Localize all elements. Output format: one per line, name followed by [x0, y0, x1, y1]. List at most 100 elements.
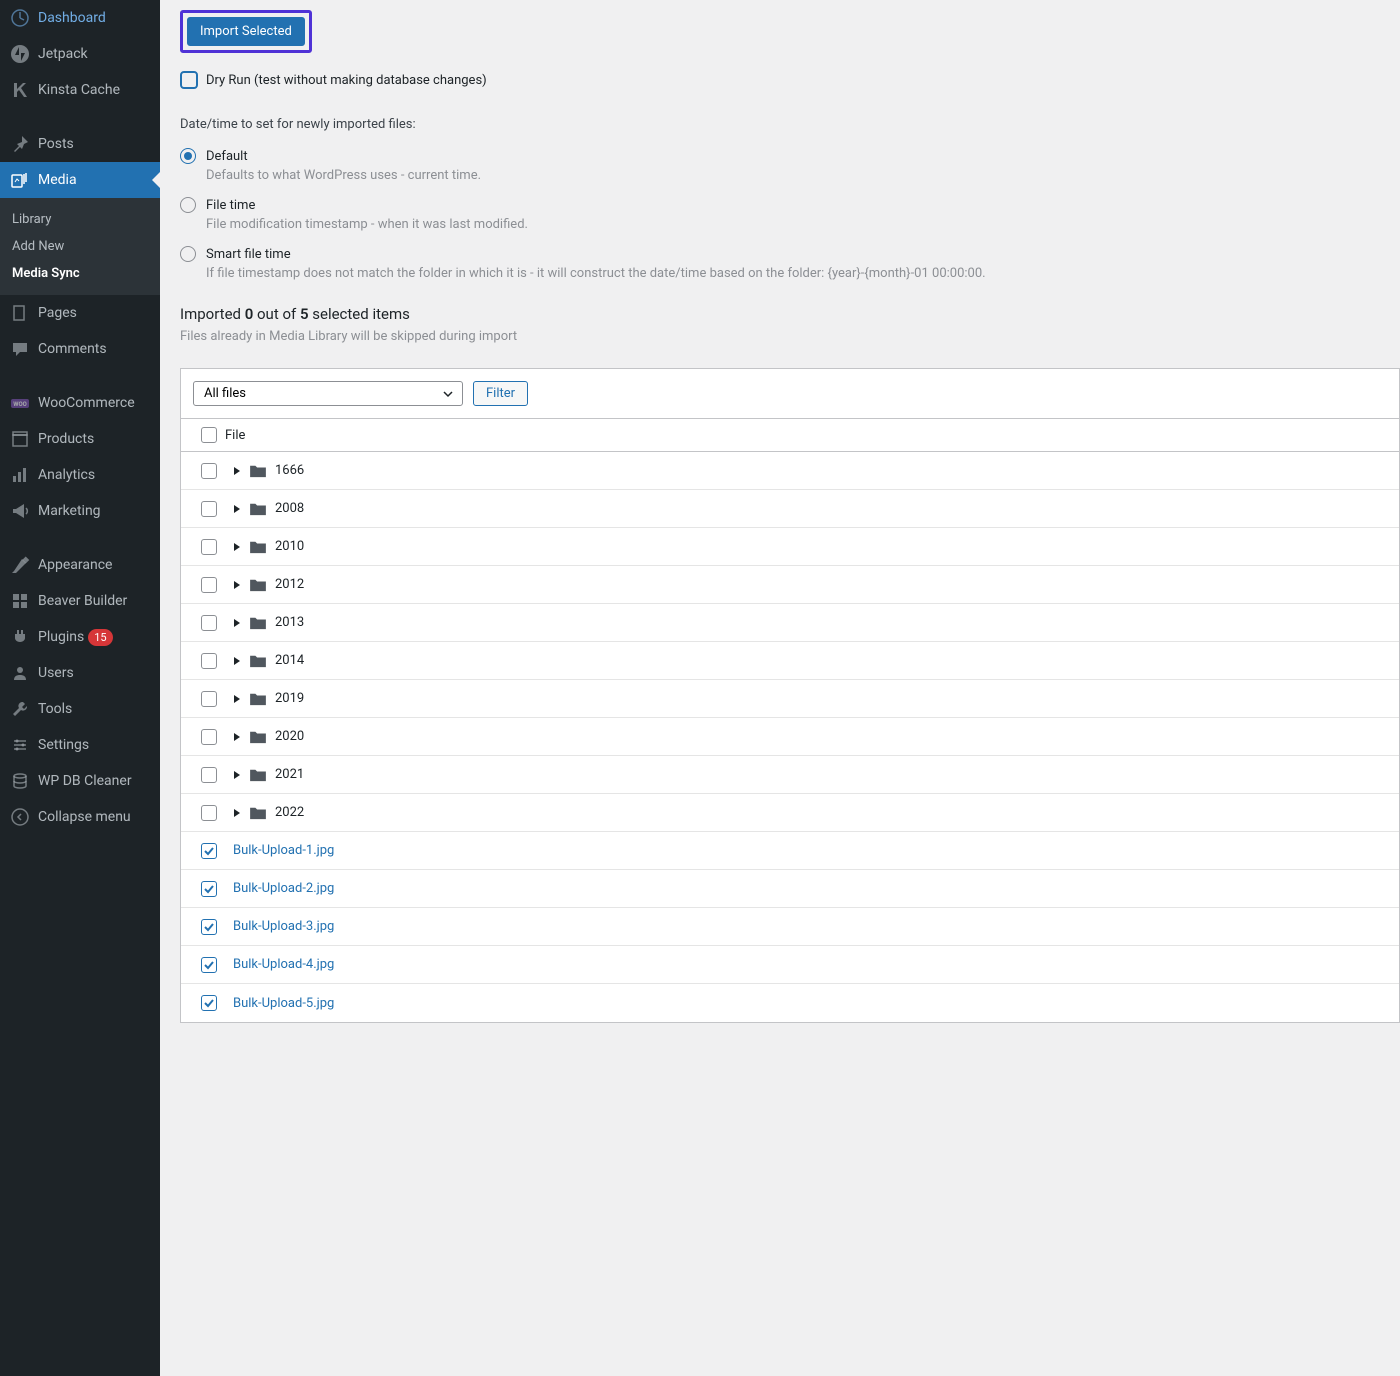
row-checkbox[interactable] — [201, 957, 217, 973]
sidebar-item-dashboard[interactable]: Dashboard — [0, 0, 160, 36]
row-checkbox[interactable] — [201, 691, 217, 707]
row-checkbox[interactable] — [201, 805, 217, 821]
folder-name[interactable]: 2020 — [249, 729, 1387, 744]
sidebar-item-media[interactable]: Media — [0, 162, 160, 198]
expand-toggle[interactable] — [225, 694, 249, 704]
row-checkbox[interactable] — [201, 729, 217, 745]
row-checkbox[interactable] — [201, 653, 217, 669]
sidebar-item-beaver-builder[interactable]: Beaver Builder — [0, 583, 160, 619]
filter-select[interactable]: All files — [193, 381, 463, 406]
users-icon — [10, 663, 30, 683]
status-mid: out of — [253, 305, 300, 323]
submenu-item-add-new[interactable]: Add New — [0, 233, 160, 260]
sidebar-item-settings[interactable]: Settings — [0, 727, 160, 763]
sidebar-item-jetpack[interactable]: Jetpack — [0, 36, 160, 72]
row-checkbox[interactable] — [201, 881, 217, 897]
svg-text:WOO: WOO — [13, 401, 27, 408]
folder-name[interactable]: 2019 — [249, 691, 1387, 706]
row-checkbox[interactable] — [201, 539, 217, 555]
file-link[interactable]: Bulk-Upload-4.jpg — [233, 957, 334, 972]
row-checkbox[interactable] — [201, 463, 217, 479]
sidebar-item-plugins[interactable]: Plugins15 — [0, 619, 160, 655]
row-checkbox[interactable] — [201, 615, 217, 631]
date-radio-0[interactable] — [180, 148, 196, 164]
folder-name[interactable]: 2008 — [249, 501, 1387, 516]
sidebar-item-pages[interactable]: Pages — [0, 295, 160, 331]
expand-icon — [232, 770, 242, 780]
sidebar-item-kinsta-cache[interactable]: Kinsta Cache — [0, 72, 160, 108]
filter-button[interactable]: Filter — [473, 381, 528, 406]
sidebar-item-label: Plugins — [38, 629, 84, 645]
expand-toggle[interactable] — [225, 542, 249, 552]
pages-icon — [10, 303, 30, 323]
expand-icon — [232, 808, 242, 818]
folder-name[interactable]: 2013 — [249, 615, 1387, 630]
sidebar-item-posts[interactable]: Posts — [0, 126, 160, 162]
sidebar-item-label: Pages — [38, 305, 77, 321]
expand-icon — [232, 732, 242, 742]
row-checkbox[interactable] — [201, 501, 217, 517]
file-link[interactable]: Bulk-Upload-2.jpg — [233, 881, 334, 896]
filter-bar: All files Filter — [181, 369, 1399, 419]
folder-name[interactable]: 2010 — [249, 539, 1387, 554]
submenu-item-media-sync[interactable]: Media Sync — [0, 260, 160, 287]
dry-run-checkbox[interactable] — [180, 71, 198, 89]
folder-icon — [249, 768, 267, 782]
row-checkbox[interactable] — [201, 767, 217, 783]
sidebar-item-appearance[interactable]: Appearance — [0, 547, 160, 583]
date-radio-desc: If file timestamp does not match the fol… — [206, 266, 1400, 281]
expand-toggle[interactable] — [225, 504, 249, 514]
sidebar-item-label: Products — [38, 431, 94, 447]
row-checkbox[interactable] — [201, 919, 217, 935]
sidebar-item-marketing[interactable]: Marketing — [0, 493, 160, 529]
folder-name[interactable]: 2022 — [249, 805, 1387, 820]
folder-icon — [249, 616, 267, 630]
sidebar-item-users[interactable]: Users — [0, 655, 160, 691]
import-highlight: Import Selected — [180, 10, 312, 53]
row-checkbox[interactable] — [201, 843, 217, 859]
row-checkbox[interactable] — [201, 577, 217, 593]
sidebar-item-label: Collapse menu — [38, 809, 131, 825]
sidebar-item-woocommerce[interactable]: WOOWooCommerce — [0, 385, 160, 421]
expand-toggle[interactable] — [225, 656, 249, 666]
date-options: DefaultDefaults to what WordPress uses -… — [180, 148, 1400, 281]
table-row: Bulk-Upload-3.jpg — [181, 908, 1399, 946]
chevron-down-icon — [442, 388, 454, 400]
kinsta-icon — [10, 80, 30, 100]
expand-toggle[interactable] — [225, 580, 249, 590]
plugins-badge: 15 — [88, 629, 112, 646]
row-checkbox[interactable] — [201, 995, 217, 1011]
select-all-checkbox[interactable] — [201, 427, 217, 443]
date-radio-2[interactable] — [180, 246, 196, 262]
sidebar-item-products[interactable]: Products — [0, 421, 160, 457]
sidebar-item-tools[interactable]: Tools — [0, 691, 160, 727]
date-radio-1[interactable] — [180, 197, 196, 213]
main-content: Import Selected Dry Run (test without ma… — [160, 0, 1400, 1376]
folder-icon — [249, 464, 267, 478]
folder-name[interactable]: 2014 — [249, 653, 1387, 668]
sidebar-item-comments[interactable]: Comments — [0, 331, 160, 367]
folder-name[interactable]: 1666 — [249, 463, 1387, 478]
file-link[interactable]: Bulk-Upload-5.jpg — [233, 996, 334, 1011]
sidebar-item-analytics[interactable]: Analytics — [0, 457, 160, 493]
expand-toggle[interactable] — [225, 770, 249, 780]
sidebar-item-label: Users — [38, 665, 74, 681]
submenu-item-library[interactable]: Library — [0, 206, 160, 233]
folder-icon — [249, 654, 267, 668]
expand-toggle[interactable] — [225, 732, 249, 742]
marketing-icon — [10, 501, 30, 521]
sidebar-item-wp-db-cleaner[interactable]: WP DB Cleaner — [0, 763, 160, 799]
folder-name[interactable]: 2021 — [249, 767, 1387, 782]
file-link[interactable]: Bulk-Upload-1.jpg — [233, 843, 334, 858]
date-radio-label: Default — [206, 149, 248, 164]
expand-toggle[interactable] — [225, 808, 249, 818]
folder-icon — [249, 692, 267, 706]
sidebar-item-collapse-menu[interactable]: Collapse menu — [0, 799, 160, 835]
file-link[interactable]: Bulk-Upload-3.jpg — [233, 919, 334, 934]
products-icon — [10, 429, 30, 449]
import-selected-button[interactable]: Import Selected — [187, 17, 305, 46]
folder-name[interactable]: 2012 — [249, 577, 1387, 592]
expand-toggle[interactable] — [225, 618, 249, 628]
table-header-label: File — [225, 428, 245, 443]
expand-toggle[interactable] — [225, 466, 249, 476]
